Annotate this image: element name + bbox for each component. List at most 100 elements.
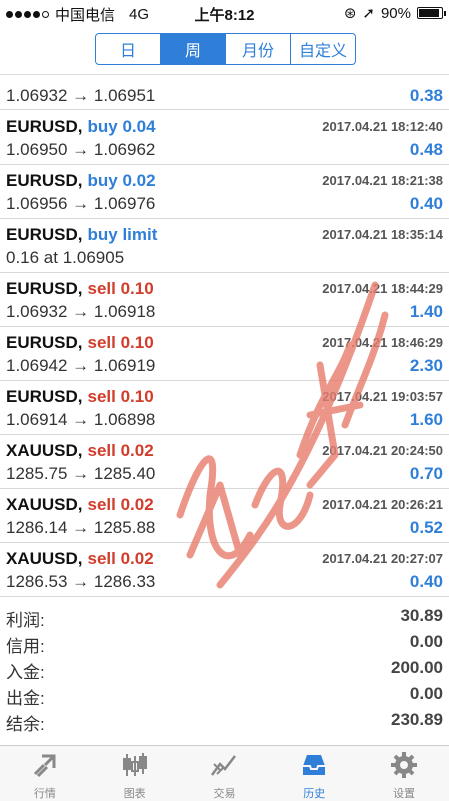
period-selector-bar: 日周月份 自定义 — [0, 26, 449, 75]
trade-time: 2017.04.21 18:44:29 — [322, 281, 443, 296]
trade-row[interactable]: EURUSD, buy 0.02 2017.04.21 18:21:38 1.0695… — [0, 165, 449, 219]
trade-side: sell 0.02 — [87, 441, 154, 460]
tab-trade-chart[interactable]: 交易 — [180, 746, 270, 801]
trade-time: 2017.04.21 18:12:40 — [322, 119, 443, 134]
summary-value: 30.89 — [400, 606, 443, 625]
trade-row[interactable]: EURUSD, buy 0.04 2017.04.21 18:12:40 1.0695… — [0, 111, 449, 165]
trade-side: sell 0.10 — [87, 279, 154, 298]
trade-prices: 1.06932 → 1.06951 — [6, 86, 156, 105]
trade-profit: 0.52 — [409, 518, 443, 537]
trade-time: 2017.04.21 18:35:14 — [322, 227, 443, 242]
summary-value: 0.00 — [409, 684, 443, 703]
tab-gear[interactable]: 设置 — [359, 746, 449, 801]
battery-icon — [417, 7, 446, 19]
summary-value: 200.00 — [391, 658, 443, 677]
trade-symbol-text: EURUSD, — [6, 171, 83, 190]
trade-time: 2017.04.21 20:27:07 — [322, 551, 443, 566]
trade-symbol: XAUUSD, sell 0.02 — [6, 495, 154, 515]
trade-prices: 1286.14 → 1285.88 — [6, 518, 156, 537]
trade-row[interactable]: XAUUSD, sell 0.02 2017.04.21 20:26:21 1286.… — [0, 489, 449, 543]
trade-row[interactable]: XAUUSD, sell 0.02 2017.04.21 20:24:50 1285.… — [0, 435, 449, 489]
segment-0[interactable]: 日 — [96, 34, 161, 64]
trade-row-partial[interactable]: 1.06932 → 1.06951 0.38 — [0, 80, 449, 110]
trade-row[interactable]: XAUUSD, sell 0.02 2017.04.21 20:27:07 1286.… — [0, 543, 449, 597]
tab-history-inbox[interactable]: 历史 — [269, 746, 359, 801]
trade-profit: 1.60 — [409, 410, 443, 429]
trade-row[interactable]: EURUSD, buy limit 2017.04.21 18:35:14 0.16 … — [0, 219, 449, 273]
summary-value: 230.89 — [391, 710, 443, 729]
summary-label: 出金: — [6, 689, 45, 708]
summary-label: 信用: — [6, 637, 45, 656]
trade-side: sell 0.10 — [87, 333, 154, 352]
trade-prices: 1.06942 → 1.06919 — [6, 356, 156, 375]
trade-profit: 2.30 — [409, 356, 443, 375]
trade-profit: 0.70 — [409, 464, 443, 483]
trade-side: sell 0.10 — [87, 387, 154, 406]
trade-symbol-text: EURUSD, — [6, 387, 83, 406]
status-right: ⊛ ➚ 90% — [343, 4, 446, 22]
summary-row: 利润: 30.89 — [0, 603, 449, 630]
trade-symbol-text: XAUUSD, — [6, 495, 83, 514]
trade-profit: 1.40 — [409, 302, 443, 321]
trade-profit: 0.48 — [409, 140, 443, 159]
trade-time: 2017.04.21 18:21:38 — [322, 173, 443, 188]
trade-symbol-text: EURUSD, — [6, 333, 83, 352]
trade-profit: 0.38 — [409, 86, 443, 105]
trade-symbol-text: EURUSD, — [6, 279, 83, 298]
trade-prices: 1285.75 → 1285.40 — [6, 464, 156, 483]
trade-prices: 1.06932 → 1.06918 — [6, 302, 156, 321]
history-inbox-icon — [299, 750, 329, 783]
trade-symbol: XAUUSD, sell 0.02 — [6, 441, 154, 461]
tab-label: 图表 — [123, 788, 146, 800]
trade-symbol: EURUSD, buy 0.04 — [6, 117, 156, 137]
trade-side: buy 0.02 — [87, 171, 156, 190]
trade-symbol: XAUUSD, sell 0.02 — [6, 549, 154, 569]
summary-row: 入金: 200.00 — [0, 655, 449, 682]
segment-3[interactable]: 自定义 — [291, 34, 355, 64]
trade-time: 2017.04.21 19:03:57 — [322, 389, 443, 404]
tab-label: 行情 — [33, 788, 56, 800]
rotation-lock-icon: ⊛ — [343, 5, 357, 22]
trade-prices: 0.16 at 1.06905 — [6, 248, 125, 267]
trade-side: sell 0.02 — [87, 549, 154, 568]
trade-symbol-text: XAUUSD, — [6, 549, 83, 568]
bottom-tab-bar: 行情 图表 交易 历史 设置 — [0, 745, 449, 801]
trade-symbol: EURUSD, sell 0.10 — [6, 333, 154, 353]
trade-chart-icon — [209, 750, 239, 783]
quotes-arrows-icon — [30, 750, 60, 783]
status-bar: 中国电信 4G 上午8:12 ⊛ ➚ 90% — [0, 0, 449, 26]
summary-label: 利润: — [6, 611, 45, 630]
trade-profit: 0.40 — [409, 572, 443, 591]
trade-symbol: EURUSD, buy 0.02 — [6, 171, 156, 191]
summary-row: 信用: 0.00 — [0, 629, 449, 656]
summary-value: 0.00 — [409, 632, 443, 651]
summary-row: 出金: 0.00 — [0, 681, 449, 708]
trade-profit: 0.40 — [409, 194, 443, 213]
trade-symbol: EURUSD, sell 0.10 — [6, 279, 154, 299]
trade-side: buy limit — [87, 225, 158, 244]
trade-row[interactable]: EURUSD, sell 0.10 2017.04.21 19:03:57 1.069… — [0, 381, 449, 435]
segment-2[interactable]: 月份 — [226, 34, 291, 64]
tab-quotes-arrows[interactable]: 行情 — [0, 746, 90, 801]
period-segmented-control: 日周月份 自定义 — [95, 33, 356, 65]
summary-label: 结余: — [6, 715, 45, 734]
trade-symbol-text: EURUSD, — [6, 225, 83, 244]
trade-symbol: EURUSD, buy limit — [6, 225, 157, 245]
trade-prices: 1.06950 → 1.06962 — [6, 140, 156, 159]
trade-row[interactable]: EURUSD, sell 0.10 2017.04.21 18:44:29 1.069… — [0, 273, 449, 327]
trade-symbol-text: EURUSD, — [6, 117, 83, 136]
trade-time: 2017.04.21 18:46:29 — [322, 335, 443, 350]
trade-row[interactable]: EURUSD, sell 0.10 2017.04.21 18:46:29 1.069… — [0, 327, 449, 381]
tab-label: 交易 — [213, 788, 236, 800]
gear-icon — [389, 750, 419, 783]
trade-prices: 1.06956 → 1.06976 — [6, 194, 156, 213]
trade-prices: 1286.53 → 1286.33 — [6, 572, 156, 591]
battery-percent: 90% — [380, 4, 411, 22]
trade-side: sell 0.02 — [87, 495, 154, 514]
candlestick-chart-icon — [120, 750, 150, 783]
tab-candlestick-chart[interactable]: 图表 — [90, 746, 180, 801]
trade-symbol-text: XAUUSD, — [6, 441, 83, 460]
summary-label: 入金: — [6, 663, 45, 682]
trade-prices: 1.06914 → 1.06898 — [6, 410, 156, 429]
segment-1[interactable]: 周 — [161, 34, 226, 64]
